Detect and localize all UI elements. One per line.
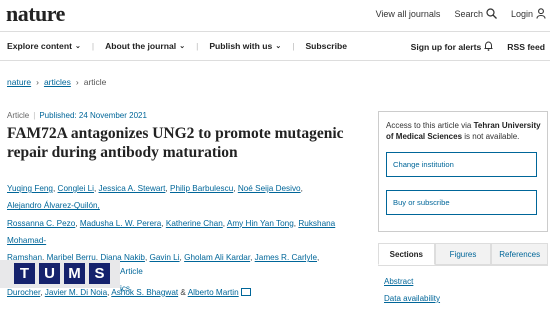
top-links: View all journals Search Login	[376, 8, 546, 19]
tab-references[interactable]: References	[491, 243, 549, 265]
top-header: nature View all journals Search Login	[0, 0, 550, 30]
publish-menu[interactable]: Publish with us ⌄	[209, 41, 281, 51]
tab-sections[interactable]: Sections	[378, 243, 435, 265]
author-link[interactable]: Javier M. Di Noia	[45, 288, 107, 297]
chevron-down-icon: ⌄	[275, 43, 282, 50]
tab-figures[interactable]: Figures	[434, 243, 492, 265]
subscribe-label: Subscribe	[305, 41, 348, 51]
chevron-down-icon: ⌄	[74, 43, 81, 50]
rss-feed-link[interactable]: RSS feed	[507, 41, 545, 53]
view-all-journals-label: View all journals	[375, 8, 441, 19]
author-link[interactable]: Gholam Ali Kardar	[184, 253, 250, 262]
search-label: Search	[454, 8, 483, 19]
tums-banner: T U M S	[0, 260, 120, 288]
about-journal-menu[interactable]: About the journal ⌄	[105, 41, 185, 51]
publish-label: Publish with us	[209, 41, 273, 51]
article-meta: Article | Published: 24 November 2021	[7, 111, 147, 120]
rss-label: RSS feed	[507, 42, 545, 52]
published-date: Published: 24 November 2021	[39, 111, 147, 120]
breadcrumb-nature[interactable]: nature	[7, 77, 31, 87]
tums-letter: S	[89, 263, 110, 284]
bell-icon	[484, 41, 493, 53]
author-link[interactable]: Alejandro Álvarez-Quilón,	[7, 201, 100, 210]
author-separator: &	[178, 287, 188, 297]
user-icon	[536, 8, 546, 19]
tums-letter: M	[64, 263, 85, 284]
access-message: Access to this article via Tehran Univer…	[386, 120, 542, 142]
meta-divider: |	[33, 111, 36, 120]
access-box: Access to this article via Tehran Univer…	[378, 111, 548, 232]
breadcrumb-articles[interactable]: articles	[44, 77, 71, 87]
login-button[interactable]: Login	[511, 8, 546, 19]
nav-divider: |	[292, 41, 295, 51]
search-icon	[486, 8, 497, 19]
metrics-link[interactable]: ics	[120, 280, 143, 297]
section-link-data-availability[interactable]: Data availability	[384, 290, 440, 307]
tums-letter: U	[39, 263, 60, 284]
chevron-right-icon: ›	[36, 77, 39, 87]
main-nav: Explore content ⌄ | About the journal ⌄ | …	[0, 31, 550, 61]
breadcrumb-current: article	[83, 77, 107, 87]
article-link[interactable]: Article	[120, 263, 143, 280]
author-separator: ,	[300, 184, 303, 193]
author-link[interactable]: Philip Barbulescu	[170, 184, 233, 193]
login-label: Login	[510, 8, 533, 19]
nav-divider: |	[91, 41, 95, 51]
nav-divider: |	[196, 41, 199, 51]
mail-icon[interactable]	[240, 287, 251, 296]
about-label: About the journal	[105, 41, 177, 51]
author-line: Rossanna C. Pezo, Madusha L. W. Perera, …	[7, 215, 337, 250]
change-institution-button[interactable]: Change institution	[386, 152, 537, 177]
explore-content-menu[interactable]: Explore content ⌄	[7, 41, 81, 51]
author-link[interactable]: Yuqing Feng	[7, 184, 53, 193]
author-link[interactable]: Noé Seija Desivo	[238, 184, 301, 193]
section-link-abstract[interactable]: Abstract	[384, 273, 440, 290]
section-links: Abstract Data availability	[384, 273, 440, 307]
chevron-right-icon: ›	[75, 77, 79, 87]
author-link[interactable]: Durocher	[7, 288, 40, 297]
buy-subscribe-button[interactable]: Buy or subscribe	[386, 190, 537, 215]
access-prefix: Access to this article via	[386, 121, 474, 130]
search-button[interactable]: Search	[454, 8, 497, 19]
explore-label: Explore content	[7, 41, 72, 51]
author-link[interactable]: Gavin Li	[150, 253, 180, 262]
article-extra-links: Article ics	[120, 263, 143, 297]
author-link[interactable]: Rossanna C. Pezo	[7, 219, 75, 228]
article-title: FAM72A antagonizes UNG2 to promote mutag…	[7, 125, 344, 161]
access-suffix: is not available.	[462, 132, 520, 141]
sign-up-alerts-link[interactable]: Sign up for alerts	[411, 41, 494, 53]
author-line: Yuqing Feng, Conglei Li, Jessica A. Stew…	[7, 180, 337, 215]
author-link[interactable]: Katherine Chan	[166, 219, 223, 228]
author-link[interactable]: Amy Hin Yan Tong	[227, 219, 294, 228]
breadcrumb: nature › articles › article	[7, 77, 106, 87]
author-link[interactable]: Jessica A. Stewart	[99, 184, 166, 193]
author-separator: ,	[317, 253, 320, 263]
site-logo[interactable]: nature	[6, 1, 65, 27]
author-link[interactable]: James R. Carlyle	[255, 253, 317, 262]
subscribe-link[interactable]: Subscribe	[305, 41, 347, 51]
tab-divider	[378, 265, 548, 266]
author-link[interactable]: Alberto Martin	[188, 288, 239, 297]
author-link[interactable]: Madusha L. W. Perera	[80, 219, 161, 228]
author-link[interactable]: Conglei Li	[58, 184, 94, 193]
sidebar-tabs: Sections Figures References	[378, 243, 549, 265]
article-type: Article	[7, 111, 30, 120]
view-all-journals-link[interactable]: View all journals	[376, 9, 441, 19]
alerts-label: Sign up for alerts	[410, 42, 482, 52]
chevron-down-icon: ⌄	[179, 43, 186, 50]
tums-letter: T	[14, 263, 35, 284]
